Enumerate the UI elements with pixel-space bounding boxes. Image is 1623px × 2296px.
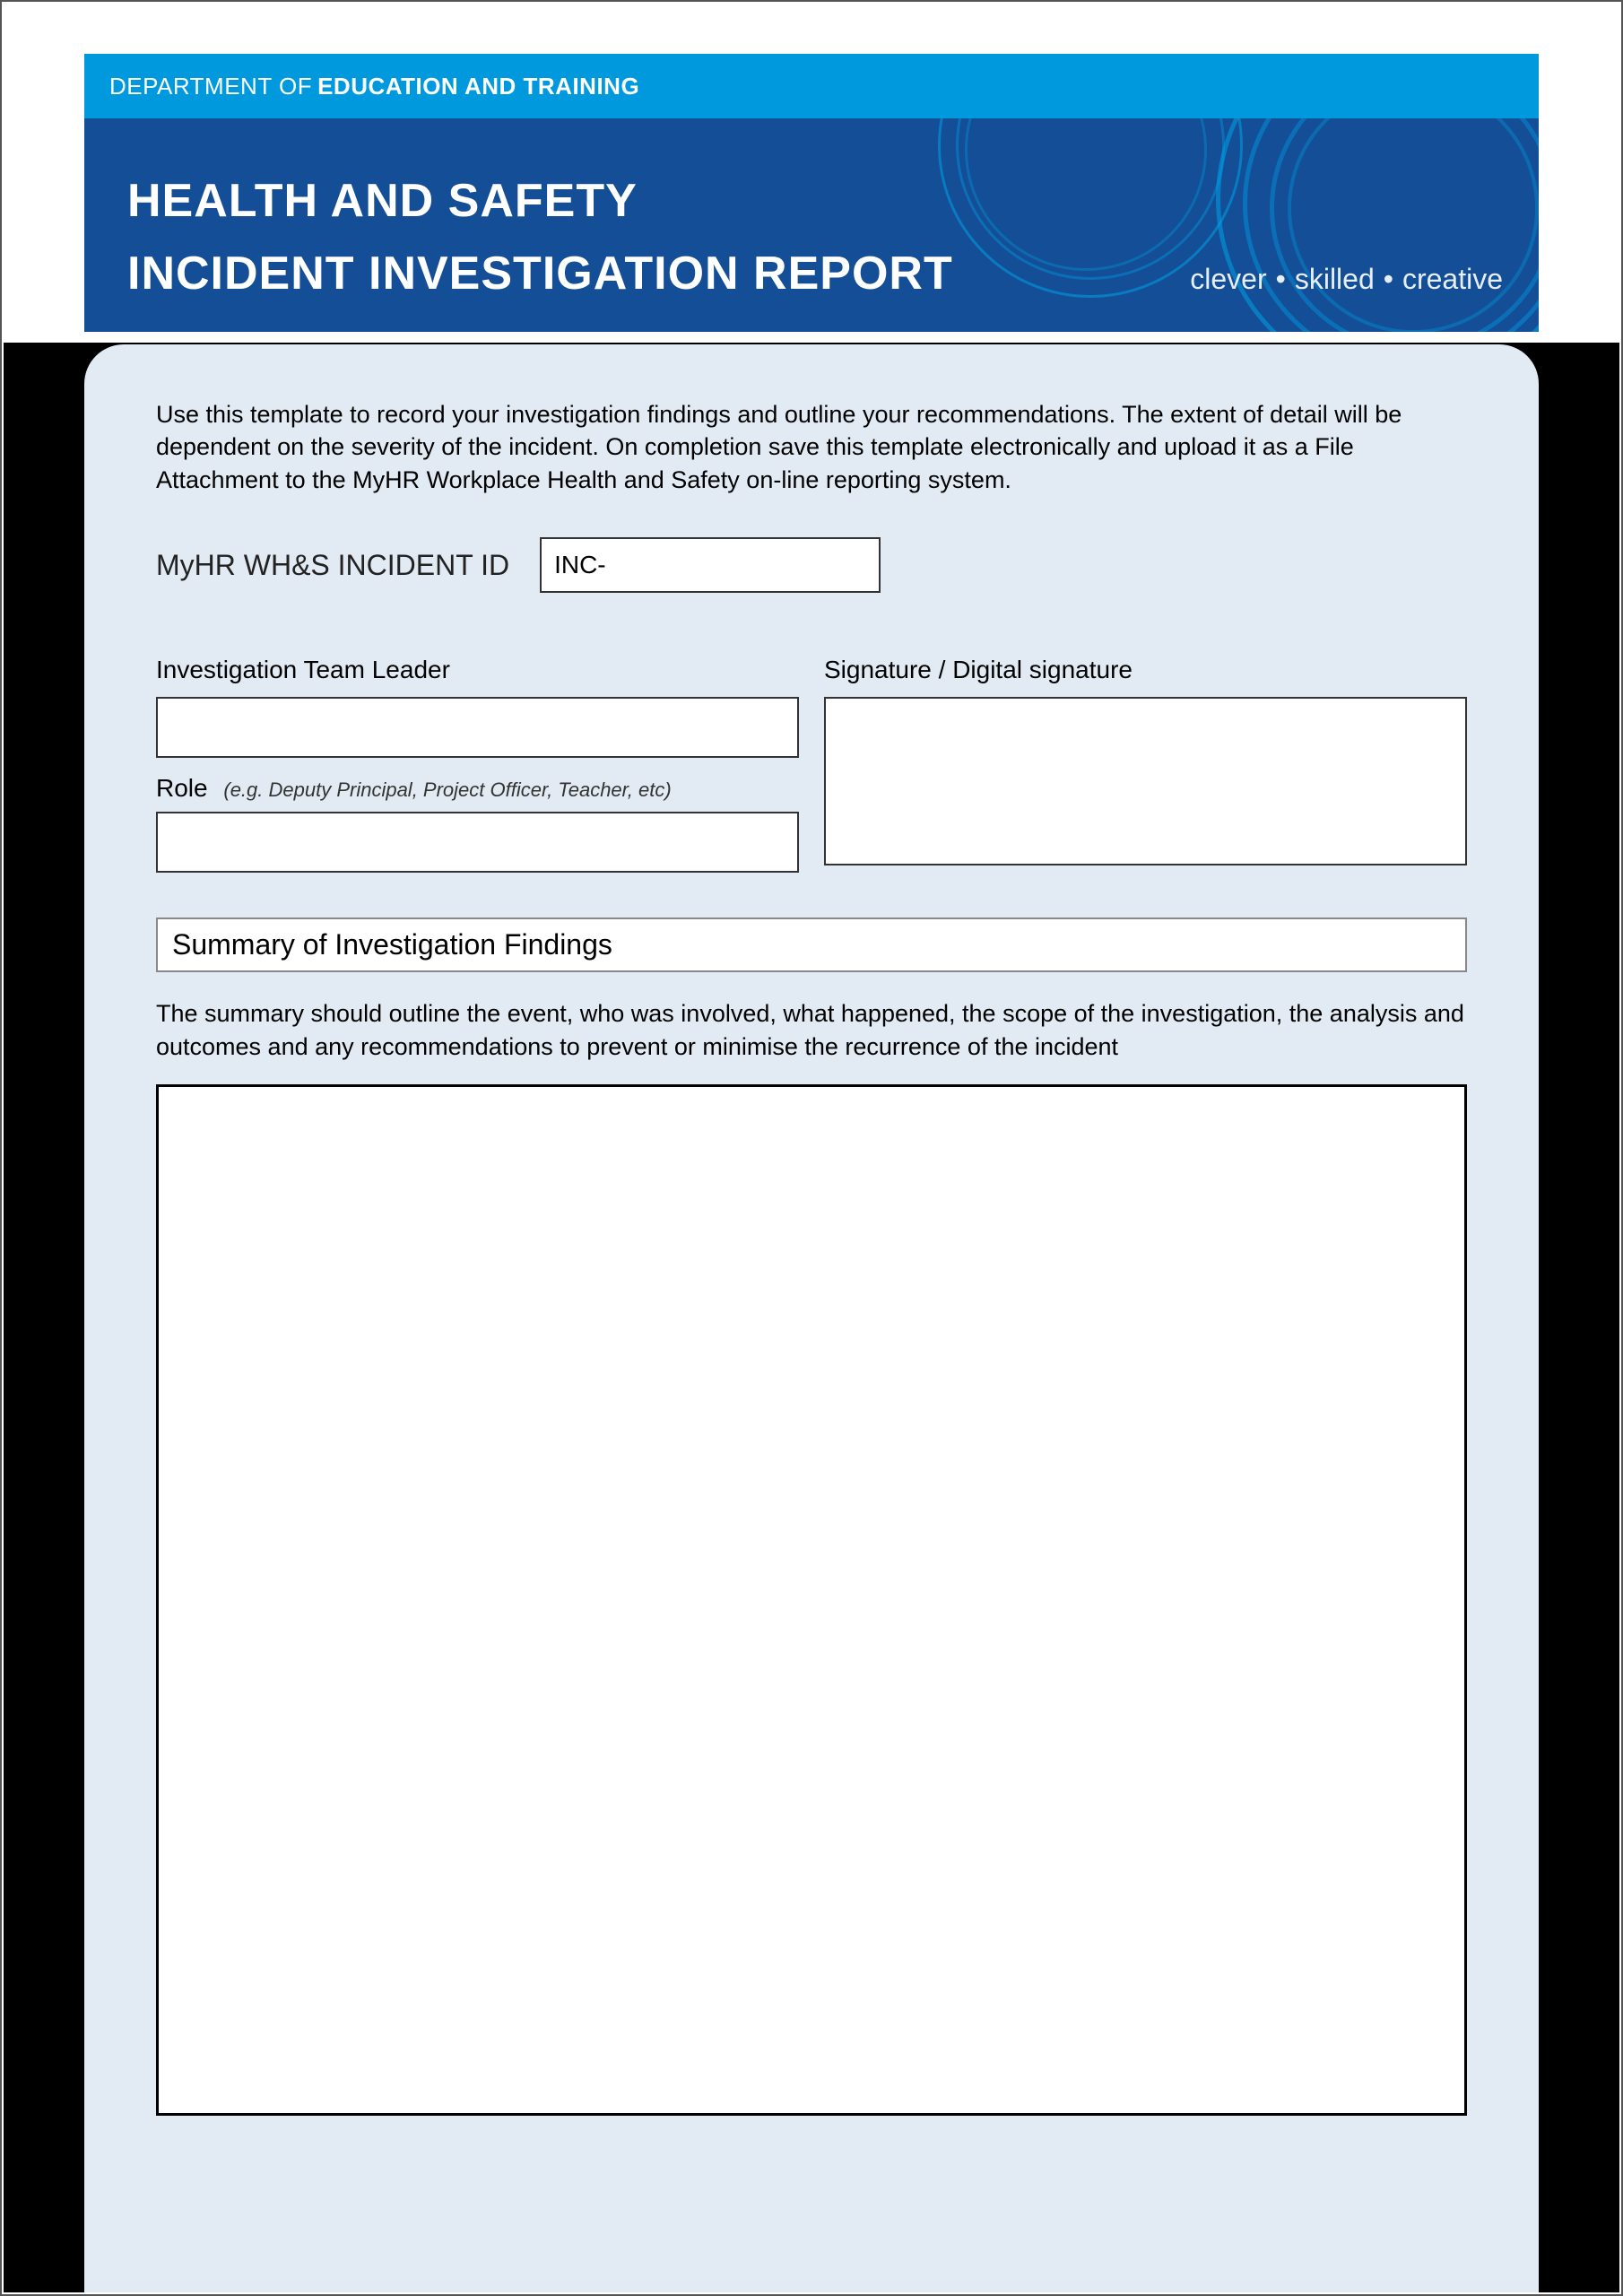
- banner-main: HEALTH AND SAFETY INCIDENT INVESTIGATION…: [84, 118, 1539, 332]
- form-card: Use this template to record your investi…: [84, 344, 1539, 2292]
- bullet-icon: •: [1276, 263, 1286, 295]
- left-column: Investigation Team Leader Role (e.g. Dep…: [156, 656, 799, 873]
- summary-heading: Summary of Investigation Findings: [156, 918, 1467, 972]
- team-leader-label: Investigation Team Leader: [156, 656, 799, 684]
- department-prefix: DEPARTMENT OF: [109, 73, 312, 100]
- tagline-word: creative: [1402, 263, 1503, 295]
- swirl-decoration: [1288, 118, 1539, 332]
- role-input[interactable]: [156, 812, 799, 873]
- bullet-icon: •: [1384, 263, 1393, 295]
- swirl-decoration: [1243, 118, 1539, 332]
- page-frame: DEPARTMENT OF EDUCATION AND TRAINING HEA…: [0, 0, 1623, 2296]
- role-label-row: Role (e.g. Deputy Principal, Project Off…: [156, 774, 799, 803]
- leader-signature-row: Investigation Team Leader Role (e.g. Dep…: [156, 656, 1467, 873]
- swirl-decoration: [1216, 118, 1539, 332]
- report-title: HEALTH AND SAFETY INCIDENT INVESTIGATION…: [127, 165, 953, 309]
- signature-box[interactable]: [824, 697, 1467, 865]
- team-leader-input[interactable]: [156, 697, 799, 758]
- swirl-decoration: [956, 118, 1225, 280]
- incident-id-row: MyHR WH&S INCIDENT ID: [156, 537, 1467, 593]
- title-line-1: HEALTH AND SAFETY: [127, 165, 953, 238]
- tagline-word: skilled: [1295, 263, 1375, 295]
- tagline-word: clever: [1190, 263, 1266, 295]
- swirl-decoration: [1270, 118, 1539, 332]
- header-banner: DEPARTMENT OF EDUCATION AND TRAINING HEA…: [84, 54, 1539, 332]
- title-line-2: INCIDENT INVESTIGATION REPORT: [127, 238, 953, 310]
- intro-paragraph: Use this template to record your investi…: [156, 398, 1467, 496]
- summary-textarea[interactable]: [156, 1084, 1467, 2116]
- tagline: clever • skilled • creative: [1190, 263, 1503, 296]
- right-column: Signature / Digital signature: [824, 656, 1467, 873]
- role-hint: (e.g. Deputy Principal, Project Officer,…: [223, 778, 671, 801]
- signature-label: Signature / Digital signature: [824, 656, 1467, 684]
- incident-id-label: MyHR WH&S INCIDENT ID: [156, 549, 509, 582]
- swirl-decoration: [965, 118, 1207, 271]
- summary-description: The summary should outline the event, wh…: [156, 997, 1467, 1063]
- incident-id-input[interactable]: [540, 537, 881, 593]
- department-name: EDUCATION AND TRAINING: [317, 73, 639, 100]
- role-label: Role: [156, 774, 208, 802]
- department-strip: DEPARTMENT OF EDUCATION AND TRAINING: [84, 54, 1539, 118]
